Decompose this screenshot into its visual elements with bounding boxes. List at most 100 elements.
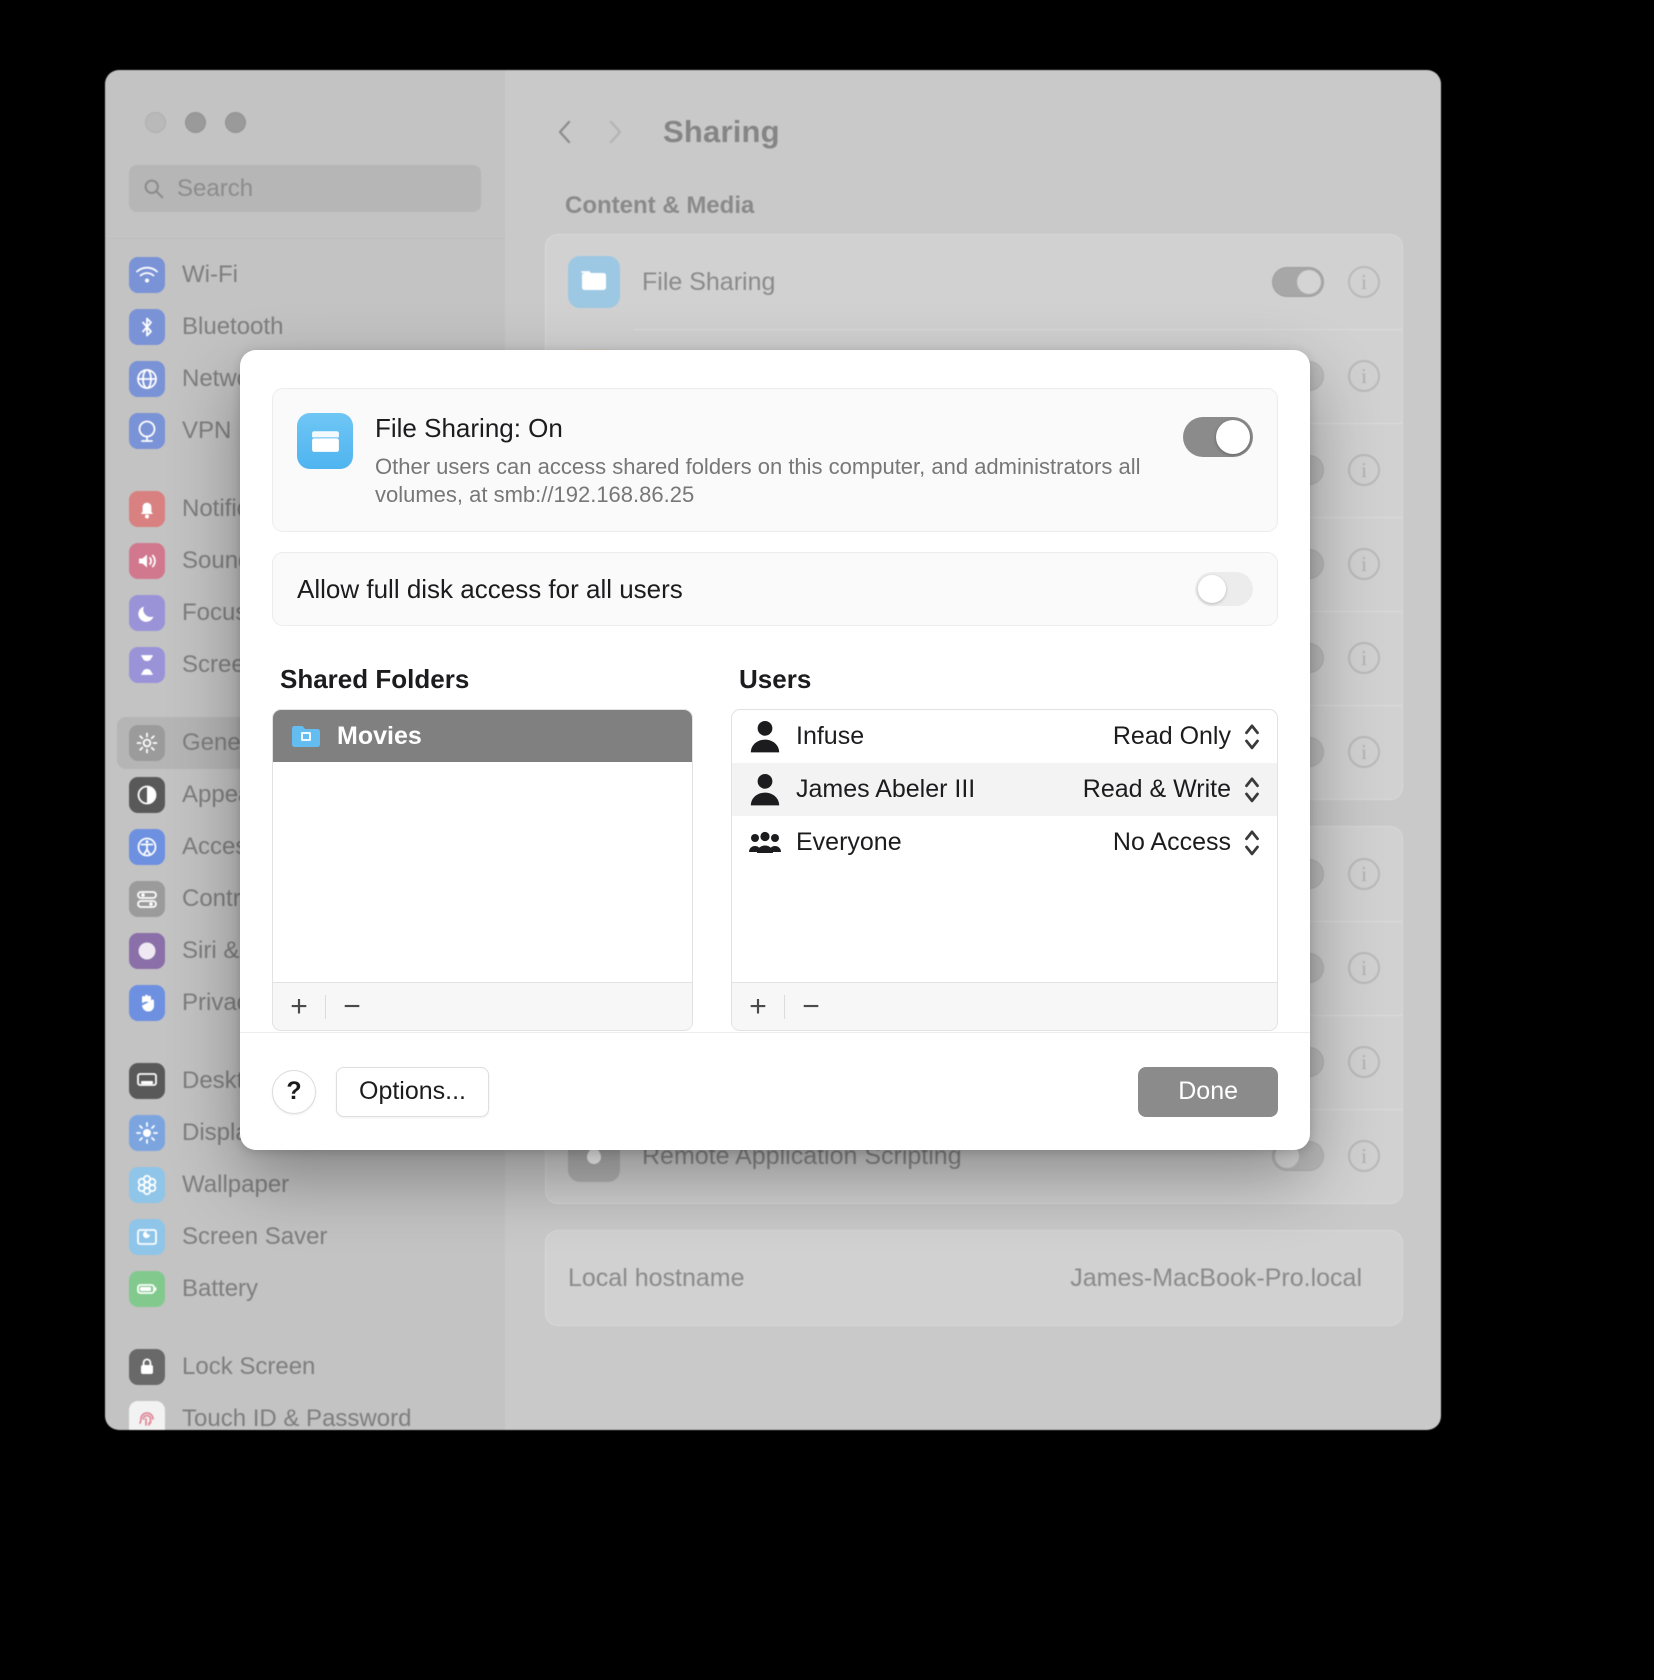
table-row[interactable]: InfuseRead Only [732,710,1277,763]
info-icon[interactable]: i [1348,1140,1380,1172]
info-icon[interactable]: i [1348,952,1380,984]
info-icon[interactable]: i [1348,548,1380,580]
file-sharing-icon [297,413,353,469]
info-icon[interactable]: i [1348,360,1380,392]
permission-stepper[interactable] [1241,773,1263,807]
users-list: InfuseRead OnlyJames Abeler IIIRead & Wr… [731,709,1278,1031]
sidebar-item-wallpaper[interactable]: Wallpaper [117,1159,493,1211]
globe-icon [129,361,165,397]
sidebar-item-bluetooth[interactable]: Bluetooth [117,301,493,353]
control-center-icon [129,881,165,917]
info-icon[interactable]: i [1348,454,1380,486]
row-label: File Sharing [642,268,1272,297]
sidebar-item-label: Focus [182,599,247,627]
file-sharing-title: File Sharing: On [375,413,1183,444]
remove-folder-button[interactable]: − [326,983,378,1030]
permission-value: Read & Write [1083,775,1231,804]
help-button[interactable]: ? [272,1070,316,1114]
permission-value: No Access [1113,828,1231,857]
sidebar-item-touch-id-password[interactable]: Touch ID & Password [117,1393,493,1430]
done-button[interactable]: Done [1138,1067,1278,1117]
shared-folders-scroll[interactable]: Movies [273,710,692,982]
brightness-icon [129,1115,165,1151]
person-icon [748,775,782,805]
full-disk-access-card: Allow full disk access for all users [272,552,1278,626]
options-button[interactable]: Options... [336,1067,489,1117]
toggle-knob [1216,420,1250,454]
user-name: James Abeler III [796,775,1083,804]
info-icon[interactable]: i [1348,736,1380,768]
sidebar-item-wi-fi[interactable]: Wi-Fi [117,249,493,301]
table-row[interactable]: File Sharing i [546,235,1402,329]
dialog-body: File Sharing: On Other users can access … [240,350,1310,1031]
table-row[interactable]: EveryoneNo Access [732,816,1277,869]
toggle-knob [1297,270,1321,294]
desktop-dock-icon [129,1063,165,1099]
chevron-left-icon[interactable] [545,112,585,152]
gear-icon [129,725,165,761]
users-footer: + − [732,982,1277,1030]
permission-stepper[interactable] [1241,826,1263,860]
table-row[interactable]: Local hostname James-MacBook-Pro.local [546,1231,1402,1325]
file-sharing-toggle[interactable] [1183,417,1253,457]
sidebar-item-label: Touch ID & Password [182,1405,411,1430]
zoom-button[interactable] [225,112,246,133]
row-toggle[interactable] [1272,267,1324,297]
user-name: Everyone [796,828,1113,857]
table-row[interactable]: James Abeler IIIRead & Write [732,763,1277,816]
add-user-button[interactable]: + [732,983,784,1030]
list-item[interactable]: Movies [273,710,692,762]
battery-icon [129,1271,165,1307]
screensaver-icon [129,1219,165,1255]
user-name: Infuse [796,722,1113,751]
vpn-globe-icon [129,413,165,449]
sidebar-item-lock-screen[interactable]: Lock Screen [117,1341,493,1393]
sidebar-item-battery[interactable]: Battery [117,1263,493,1315]
window-traffic-lights[interactable] [105,70,505,133]
hostname-card: Local hostname James-MacBook-Pro.local [545,1230,1403,1326]
search-icon [143,178,164,199]
group-icon [748,828,782,858]
file-sharing-status-card: File Sharing: On Other users can access … [272,388,1278,532]
page-title: Sharing [663,114,780,150]
search-placeholder: Search [177,175,253,203]
sidebar-item-label: Battery [182,1275,258,1303]
users-column: Users InfuseRead OnlyJames Abeler IIIRea… [731,664,1278,1031]
search-input[interactable]: Search [129,165,481,212]
full-disk-access-label: Allow full disk access for all users [297,574,1195,605]
users-scroll[interactable]: InfuseRead OnlyJames Abeler IIIRead & Wr… [732,710,1277,982]
sidebar-item-label: Wallpaper [182,1171,289,1199]
list-item-label: Movies [337,722,422,751]
file-sharing-description: Other users can access shared folders on… [375,453,1175,509]
permission-stepper[interactable] [1241,720,1263,754]
minimize-button[interactable] [185,112,206,133]
chevron-right-icon[interactable] [595,112,635,152]
sidebar-item-label: Wi-Fi [182,261,238,289]
shared-folders-title: Shared Folders [280,664,693,695]
accessibility-icon [129,829,165,865]
section-title: Content & Media [565,192,1403,220]
speaker-icon [129,543,165,579]
info-icon[interactable]: i [1348,266,1380,298]
full-disk-access-toggle[interactable] [1195,572,1253,606]
wifi-icon [129,257,165,293]
close-button[interactable] [145,112,166,133]
toggle-knob [1198,575,1226,603]
sidebar-item-label: Lock Screen [182,1353,315,1381]
bell-icon [129,491,165,527]
remove-user-button[interactable]: − [785,983,837,1030]
hourglass-icon [129,647,165,683]
sidebar-item-screen-saver[interactable]: Screen Saver [117,1211,493,1263]
bluetooth-icon [129,309,165,345]
add-folder-button[interactable]: + [273,983,325,1030]
info-icon[interactable]: i [1348,858,1380,890]
moon-icon [129,595,165,631]
screen: Search Wi-FiBluetoothNetworkVPNNotificat… [0,0,1654,1680]
info-icon[interactable]: i [1348,642,1380,674]
shared-folders-footer: + − [273,982,692,1030]
fingerprint-icon [129,1401,165,1430]
shared-folders-column: Shared Folders Movies + − [272,664,693,1031]
sidebar-item-label: VPN [182,417,231,445]
sidebar-group-gap [117,1315,493,1341]
info-icon[interactable]: i [1348,1046,1380,1078]
